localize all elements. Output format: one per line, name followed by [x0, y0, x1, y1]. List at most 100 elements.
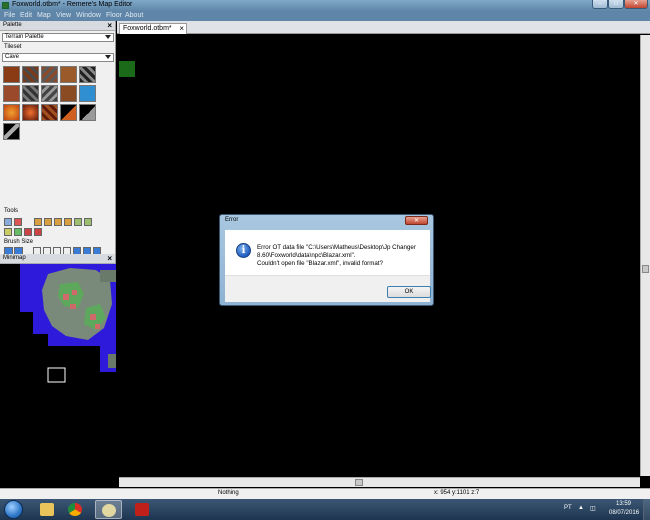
brush-tile[interactable] [22, 85, 39, 102]
eraser-tool-button[interactable] [14, 218, 22, 226]
door-tool-button[interactable] [44, 218, 52, 226]
language-indicator[interactable]: PT [564, 505, 572, 511]
show-desktop-button[interactable] [643, 499, 650, 520]
info-icon: i [236, 243, 251, 258]
grass-tile [119, 61, 135, 77]
door-tool-button[interactable] [54, 218, 62, 226]
palette-title-bar: Palette × [0, 21, 115, 31]
brush-tile[interactable] [3, 66, 20, 83]
brush-tile[interactable] [41, 85, 58, 102]
menu-map[interactable]: Map [37, 12, 51, 19]
status-coordinates: x: 954 y:1101 z:7 [434, 490, 480, 496]
taskbar-explorer[interactable] [34, 500, 61, 519]
menu-view[interactable]: View [56, 12, 71, 19]
minimap-view[interactable] [0, 264, 116, 500]
close-window-button[interactable]: ✕ [624, 0, 648, 9]
brush-tile[interactable] [79, 66, 96, 83]
close-palette-icon[interactable]: × [107, 21, 112, 30]
close-icon: ✕ [413, 218, 420, 224]
dialog-message-line: Error OT data file "C:\Users\Matheus\Des… [257, 244, 416, 251]
menu-floor[interactable]: Floor [106, 12, 122, 19]
select-tool-button[interactable] [4, 218, 12, 226]
tab-label: Foxworld.otbm* [123, 25, 172, 32]
start-button[interactable] [4, 500, 23, 519]
maximize-button[interactable]: □ [608, 0, 624, 9]
menu-edit[interactable]: Edit [20, 12, 32, 19]
brush-tile[interactable] [60, 85, 77, 102]
clock-time[interactable]: 13:59 [616, 501, 631, 507]
close-minimap-icon[interactable]: × [107, 254, 112, 263]
app-icon [135, 503, 149, 516]
brush-grid [2, 66, 114, 162]
status-text: Nothing [218, 490, 239, 496]
menu-window[interactable]: Window [76, 12, 101, 19]
status-bar: Nothing x: 954 y:1101 z:7 [0, 488, 650, 499]
taskbar: PT ▲ ◫ 13:59 08/07/2016 [0, 499, 650, 520]
zone-tool-button[interactable] [74, 218, 82, 226]
minimap-title-bar: Minimap × [0, 254, 115, 264]
taskbar-editor[interactable] [95, 500, 122, 519]
zone-tool-button[interactable] [34, 228, 42, 236]
menu-bar: File Edit Map View Window Floor About [0, 11, 650, 21]
clock-date[interactable]: 08/07/2016 [609, 510, 639, 516]
brush-tile[interactable] [22, 104, 39, 121]
taskbar-chrome[interactable] [62, 500, 89, 519]
tileset-label: Tileset [4, 44, 22, 50]
tools-label: Tools [4, 208, 19, 214]
tools-area: Tools Brush Size [0, 208, 116, 255]
brush-tile[interactable] [41, 66, 58, 83]
vertical-scroll-thumb[interactable] [642, 265, 649, 273]
minimize-icon: – [598, 1, 602, 7]
chevron-down-icon [105, 55, 111, 59]
menu-file[interactable]: File [4, 12, 15, 19]
minimap-title: Minimap [3, 255, 26, 261]
brush-tile[interactable] [3, 104, 20, 121]
dialog-title: Error [225, 217, 239, 223]
menu-about[interactable]: About [125, 12, 143, 19]
map-editor-icon [102, 504, 116, 517]
zone-tool-button[interactable] [84, 218, 92, 226]
taskbar-app[interactable] [129, 500, 156, 519]
brush-tile[interactable] [22, 66, 39, 83]
palette-title: Palette [3, 22, 22, 28]
brush-size-label: Brush Size [4, 239, 34, 245]
title-bar: Foxworld.otbm* - Remere's Map Editor – □… [0, 0, 650, 11]
tileset-select[interactable]: Cave [2, 53, 114, 62]
zone-tool-button[interactable] [14, 228, 22, 236]
chevron-down-icon [105, 35, 111, 39]
door-tool-button[interactable] [34, 218, 42, 226]
chevron-up-icon[interactable]: ▲ [578, 505, 584, 511]
brush-tile[interactable] [60, 104, 77, 121]
door-tool-button[interactable] [64, 218, 72, 226]
dialog-body: i Error OT data file "C:\Users\Matheus\D… [225, 230, 430, 275]
zone-tool-button[interactable] [24, 228, 32, 236]
tab-foxworld[interactable]: Foxworld.otbm* × [119, 23, 187, 34]
brush-tile[interactable] [60, 66, 77, 83]
zone-tool-button[interactable] [4, 228, 12, 236]
window-title: Foxworld.otbm* - Remere's Map Editor [12, 1, 133, 8]
minimize-button[interactable]: – [592, 0, 608, 9]
dialog-footer: OK [225, 275, 431, 302]
brush-tile[interactable] [79, 85, 96, 102]
minimap-panel: Minimap × [0, 254, 116, 501]
brush-tile[interactable] [41, 104, 58, 121]
horizontal-scroll-thumb[interactable] [355, 479, 363, 486]
palette-panel: Palette × Terrain Palette Tileset Cave T… [0, 21, 116, 255]
palette-select-value: Terrain Palette [5, 34, 44, 40]
ok-button[interactable]: OK [387, 286, 431, 298]
app-icon [2, 2, 9, 9]
dialog-message: Error OT data file "C:\Users\Matheus\Des… [257, 244, 427, 268]
brush-tile[interactable] [79, 104, 96, 121]
dialog-close-button[interactable]: ✕ [405, 216, 428, 225]
brush-tile[interactable] [3, 85, 20, 102]
dialog-message-line: Couldn't open file "Blazar.xml", invalid… [257, 260, 383, 267]
horizontal-scrollbar[interactable] [119, 477, 640, 487]
brush-tile[interactable] [3, 123, 20, 140]
document-tab-bar: Foxworld.otbm* × [117, 21, 650, 34]
close-tab-icon[interactable]: × [179, 24, 184, 33]
network-icon[interactable]: ◫ [590, 505, 596, 512]
maximize-icon: □ [614, 1, 618, 7]
vertical-scrollbar[interactable] [640, 35, 650, 476]
palette-select[interactable]: Terrain Palette [2, 33, 114, 42]
chrome-icon [68, 503, 82, 516]
